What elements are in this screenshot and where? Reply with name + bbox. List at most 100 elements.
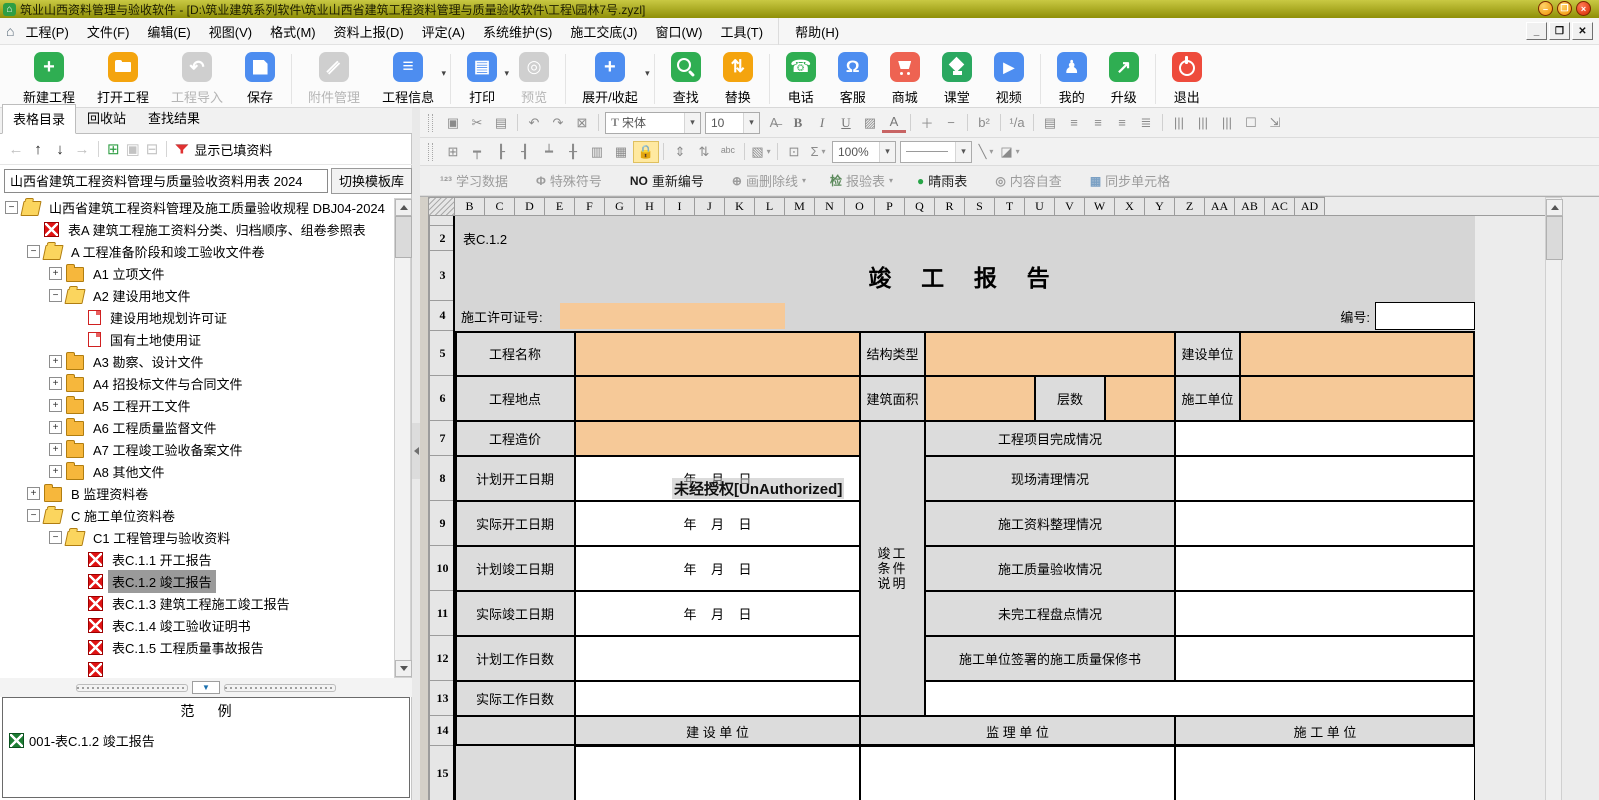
classroom[interactable]: 课堂 — [931, 52, 983, 106]
date-cell[interactable]: 年 月 日 — [575, 501, 860, 546]
input-cell[interactable] — [575, 331, 860, 376]
collapse-sidebar-icon[interactable] — [412, 423, 420, 479]
merge-cells[interactable]: ⊞ — [441, 142, 465, 162]
expand-toggle-icon[interactable] — [5, 201, 18, 214]
insert-row[interactable]: ▥ — [585, 142, 609, 162]
tree-item[interactable]: A 工程准备阶段和竣工验收文件卷 — [0, 240, 392, 262]
toolbar-grip[interactable] — [428, 114, 433, 132]
tree-item[interactable]: 表C.1.1 开工报告 — [0, 548, 392, 570]
scroll-up-icon[interactable] — [1546, 199, 1563, 216]
nav-left-arrow[interactable]: ← — [8, 141, 24, 158]
dropdown-arrow-icon[interactable] — [645, 64, 650, 79]
tree-scrollbar[interactable] — [394, 198, 411, 678]
upgrade[interactable]: 升级 — [1098, 52, 1150, 106]
column-header[interactable]: M — [785, 197, 815, 216]
distribute-left[interactable]: ||| — [1167, 113, 1191, 133]
filter-label[interactable]: 显示已填资料 — [194, 140, 272, 159]
combo-arrow-icon[interactable] — [743, 113, 759, 133]
undo[interactable]: ↶ — [522, 113, 546, 133]
separator[interactable] — [517, 114, 518, 131]
delete-gridline[interactable]: A̶ — [762, 113, 786, 133]
tab-search-results[interactable]: 查找结果 — [137, 103, 211, 133]
tree-item[interactable]: A7 工程竣工验收备案文件 — [0, 438, 392, 460]
copy[interactable]: ▣ — [441, 113, 465, 133]
exit[interactable]: 退出 — [1161, 52, 1213, 106]
input-cell[interactable] — [1175, 546, 1475, 591]
mdi-close-button[interactable]: ✕ — [1572, 22, 1593, 40]
diagonal-line[interactable]: ╲ — [974, 142, 998, 162]
column-header[interactable]: V — [1055, 197, 1085, 216]
特殊符号[interactable]: Φ 特殊符号 — [524, 171, 618, 190]
column-header[interactable]: O — [845, 197, 875, 216]
expand-toggle-icon[interactable] — [27, 245, 40, 258]
minimize-button[interactable]: – — [1538, 1, 1553, 16]
expand-toggle-icon[interactable] — [49, 399, 62, 412]
print[interactable]: 打印 — [456, 52, 508, 106]
sidebar-splitter[interactable] — [412, 108, 420, 800]
晴雨表[interactable]: ● 晴雨表 — [905, 171, 983, 190]
tree-item[interactable]: 表C.1.2 竣工报告 — [0, 570, 392, 592]
split-cross[interactable]: ╂ — [561, 142, 585, 162]
close-button[interactable]: × — [1576, 1, 1591, 16]
combo-arrow-icon[interactable] — [684, 113, 700, 133]
form-code-cell[interactable]: 表C.1.2 — [463, 226, 583, 251]
dropdown-arrow-icon[interactable]: ▾ — [802, 176, 806, 185]
add-table-icon[interactable]: ⊞ — [107, 140, 120, 158]
align-left[interactable]: ≡ — [1062, 113, 1086, 133]
column-header[interactable]: F — [575, 197, 605, 216]
find[interactable]: 查找 — [660, 52, 712, 106]
column-header[interactable]: D — [515, 197, 545, 216]
signature-cell[interactable] — [575, 746, 860, 800]
mall[interactable]: 商城 — [879, 52, 931, 106]
窗口(W)[interactable]: 窗口(W) — [647, 18, 712, 45]
input-cell[interactable] — [575, 421, 860, 456]
remove-table-icon[interactable]: ⊟ — [146, 140, 159, 158]
mdi-minimize-button[interactable]: _ — [1526, 22, 1547, 40]
scroll-down-icon[interactable] — [395, 660, 412, 677]
template-name-box[interactable]: 山西省建筑工程资料管理与质量验收资料用表 2024 — [4, 169, 328, 193]
tree-item[interactable]: 山西省建筑工程资料管理及施工质量验收规程 DBJ04-2024 — [0, 196, 392, 218]
tree-item[interactable]: A2 建设用地文件 — [0, 284, 392, 306]
row-header[interactable]: 7 — [429, 421, 456, 456]
underline[interactable]: U — [834, 113, 858, 133]
distribute-center[interactable]: ||| — [1191, 113, 1215, 133]
collapse-panel-icon[interactable]: ▼ — [192, 681, 220, 694]
date-cell[interactable]: 年 月 日 — [575, 591, 860, 636]
row-header[interactable]: 13 — [429, 681, 456, 716]
scroll-up-icon[interactable] — [395, 199, 412, 216]
switch-template-button[interactable]: 切换模板库 — [331, 168, 412, 194]
input-cell[interactable] — [1240, 376, 1475, 421]
column-header[interactable]: K — [725, 197, 755, 216]
column-header[interactable]: Q — [905, 197, 935, 216]
dropdown-arrow-icon[interactable] — [442, 64, 447, 79]
tree-item[interactable]: 表C.1.3 建筑工程施工竣工报告 — [0, 592, 392, 614]
insert-image[interactable]: ▧ — [749, 142, 773, 162]
column-header[interactable]: G — [605, 197, 635, 216]
row-header[interactable]: 10 — [429, 546, 456, 591]
splitter-handle[interactable] — [224, 684, 336, 692]
column-header[interactable]: H — [635, 197, 665, 216]
tree-item[interactable]: A4 招投标文件与合同文件 — [0, 372, 392, 394]
nav-down-arrow[interactable]: ↓ — [52, 141, 68, 158]
input-cell[interactable] — [1175, 421, 1475, 456]
video[interactable]: 视频 — [983, 52, 1035, 106]
expand-toggle-icon[interactable] — [49, 443, 62, 456]
separator[interactable] — [663, 143, 664, 160]
tree-item[interactable]: A8 其他文件 — [0, 460, 392, 482]
zoom-select[interactable]: 100% — [832, 141, 896, 163]
distribute-right[interactable]: ||| — [1215, 113, 1239, 133]
column-header[interactable]: E — [545, 197, 575, 216]
save[interactable]: 保存 — [234, 52, 286, 106]
column-header[interactable]: AC — [1265, 197, 1295, 216]
row-header[interactable]: 14 — [429, 716, 456, 746]
row-header[interactable] — [429, 216, 456, 226]
column-header[interactable]: L — [755, 197, 785, 216]
fill-color[interactable]: ▨ — [858, 113, 882, 133]
column-header[interactable]: J — [695, 197, 725, 216]
系统维护(S)[interactable]: 系统维护(S) — [474, 18, 561, 45]
tree-item[interactable]: A3 勘察、设计文件 — [0, 350, 392, 372]
border-paint[interactable]: ⊡ — [782, 142, 806, 162]
insert-table[interactable]: ▦ — [609, 142, 633, 162]
sheet-scrollbar[interactable] — [1545, 197, 1562, 800]
column-header[interactable]: Z — [1175, 197, 1205, 216]
